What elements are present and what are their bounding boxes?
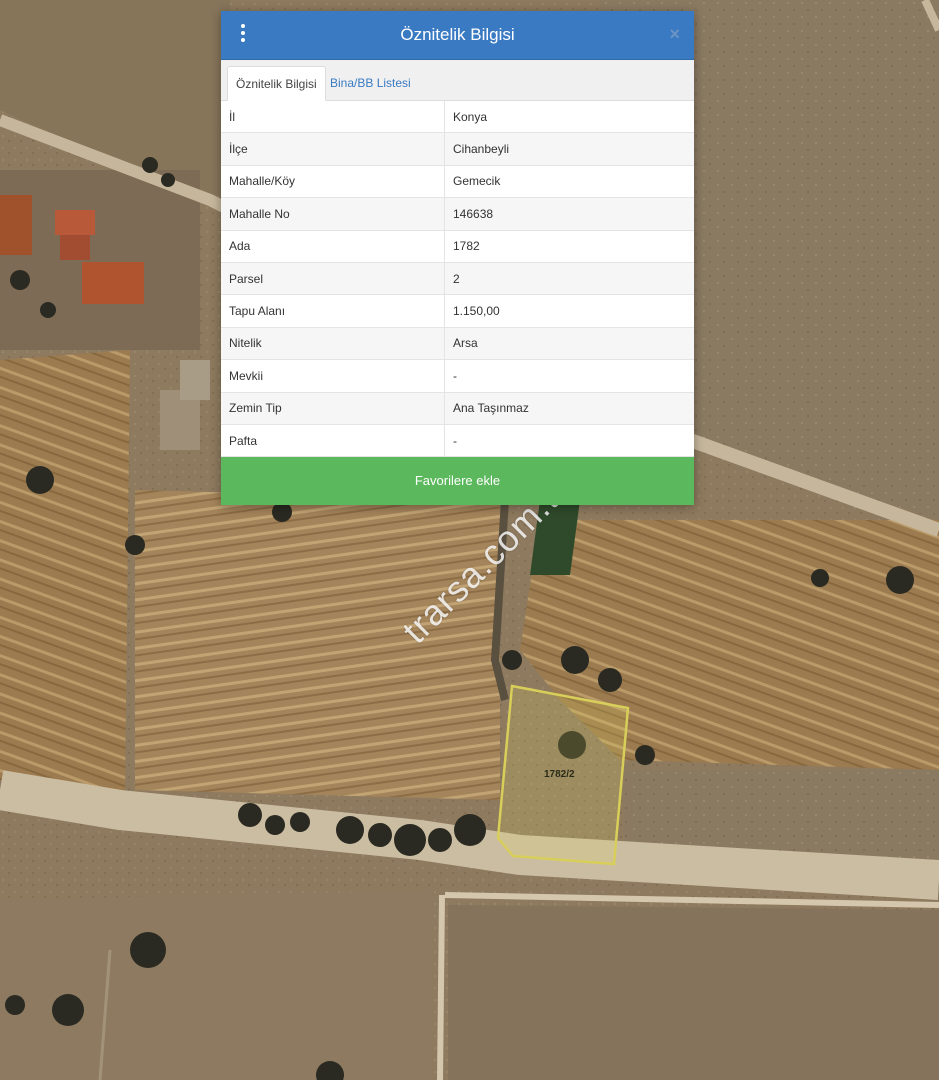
attribute-key: Tapu Alanı: [221, 294, 445, 328]
add-to-favorites-button[interactable]: Favorilere ekle: [221, 457, 694, 506]
attribute-value: Konya: [444, 101, 694, 134]
popup-header: Öznitelik Bilgisi ×: [221, 11, 694, 60]
popup-title: Öznitelik Bilgisi: [400, 25, 515, 44]
attribute-key: Parsel: [221, 262, 445, 296]
table-row: Parsel 2: [221, 262, 694, 296]
attribute-key: İl: [221, 101, 445, 134]
attribute-key: Zemin Tip: [221, 392, 445, 425]
attribute-info-popup: Öznitelik Bilgisi × Öznitelik Bilgisi Bi…: [221, 11, 694, 506]
attribute-value: Gemecik: [444, 165, 694, 199]
attribute-value: Cihanbeyli: [444, 132, 694, 166]
table-row: Pafta -: [221, 424, 694, 458]
attribute-key: Mevkii: [221, 359, 445, 393]
popup-tabs: Öznitelik Bilgisi Bina/BB Listesi: [221, 60, 694, 101]
attribute-value: 2: [444, 262, 694, 296]
attribute-value: -: [444, 424, 694, 458]
table-row: Mahalle No 146638: [221, 197, 694, 231]
attribute-key: Ada: [221, 230, 445, 263]
close-icon[interactable]: ×: [669, 25, 680, 43]
attribute-table: İl Konya İlçe Cihanbeyli Mahalle/Köy Gem…: [221, 101, 694, 458]
tab-building-list[interactable]: Bina/BB Listesi: [322, 66, 419, 100]
attribute-value: Arsa: [444, 327, 694, 361]
attribute-key: Pafta: [221, 424, 445, 458]
table-row: Mahalle/Köy Gemecik: [221, 165, 694, 199]
parcel-label: 1782/2: [544, 769, 575, 780]
attribute-value: -: [444, 359, 694, 393]
attribute-value: 146638: [444, 197, 694, 231]
attribute-key: Mahalle/Köy: [221, 165, 445, 199]
table-row: Nitelik Arsa: [221, 327, 694, 361]
table-row: Tapu Alanı 1.150,00: [221, 294, 694, 328]
table-row: İlçe Cihanbeyli: [221, 132, 694, 166]
table-row: Ada 1782: [221, 230, 694, 263]
table-row: Mevkii -: [221, 359, 694, 393]
table-row: İl Konya: [221, 101, 694, 134]
table-row: Zemin Tip Ana Taşınmaz: [221, 392, 694, 425]
attribute-key: Nitelik: [221, 327, 445, 361]
attribute-key: İlçe: [221, 132, 445, 166]
attribute-key: Mahalle No: [221, 197, 445, 231]
attribute-value: 1782: [444, 230, 694, 263]
attribute-value: 1.150,00: [444, 294, 694, 328]
attribute-value: Ana Taşınmaz: [444, 392, 694, 425]
tab-attribute-info[interactable]: Öznitelik Bilgisi: [227, 66, 326, 101]
